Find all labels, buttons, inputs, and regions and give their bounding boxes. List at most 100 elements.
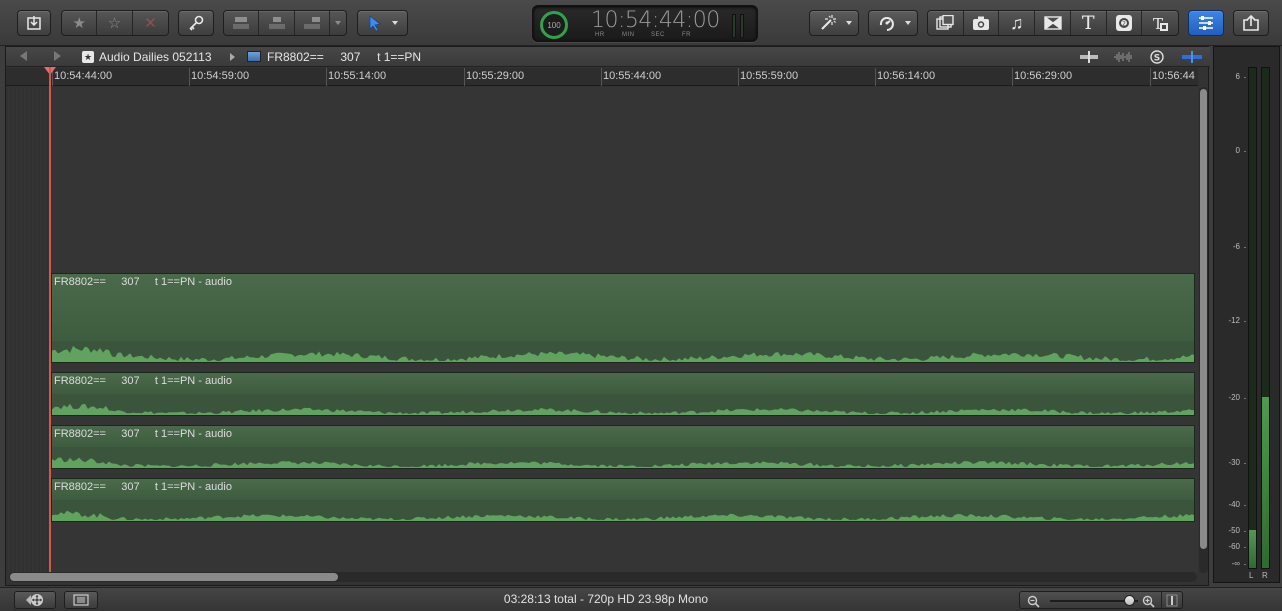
append-button[interactable] [295, 11, 331, 35]
share-button[interactable] [1233, 10, 1269, 36]
meter-scale-tick [1244, 505, 1246, 506]
zoom-in-icon[interactable] [1142, 595, 1155, 608]
tool-select-button[interactable] [357, 10, 408, 36]
keyword-button[interactable] [178, 10, 214, 36]
transitions-browser-button[interactable] [1035, 11, 1071, 35]
audio-clip[interactable]: FR8802== 307 t 1==PN - audio [51, 273, 1195, 363]
timecode-unit-hr: HR [595, 32, 605, 38]
timeline-gutter [6, 87, 50, 573]
meter-scale-tick [1244, 547, 1246, 548]
audio-waveform [52, 341, 1194, 362]
retime-button[interactable] [868, 10, 918, 36]
clip-title: FR8802== 307 t 1==PN - audio [54, 375, 232, 387]
import-media-icon [27, 16, 41, 30]
waveform-icon [1114, 52, 1132, 62]
back-arrow-icon[interactable] [20, 51, 27, 61]
timecode-unit-fr: FR [682, 32, 691, 38]
ruler-tick [1150, 68, 1151, 86]
connect-clip-icon [233, 17, 250, 29]
ruler-tick-label: 10:54:44:00 [54, 70, 113, 82]
meter-scale-tick [1244, 564, 1246, 565]
clip-title: FR8802== 307 t 1==PN - audio [54, 481, 232, 493]
music-browser-button[interactable]: ♫ [999, 11, 1036, 35]
dashboard-meter-right [740, 14, 744, 38]
snapping-button[interactable] [1180, 50, 1204, 64]
svg-text:2: 2 [1122, 21, 1126, 28]
clip-height-icon[interactable] [1166, 594, 1178, 607]
meter-scale-tick [1244, 151, 1246, 152]
horizontal-scroll-thumb[interactable] [10, 573, 338, 581]
meter-scale-label: -20 [1228, 393, 1240, 402]
playhead[interactable] [49, 67, 51, 572]
meter-scale-label: 0 [1235, 146, 1240, 155]
enhance-button[interactable] [809, 10, 859, 36]
audio-waveform [52, 447, 1194, 468]
dashboard-meter-left [732, 14, 736, 38]
connect-button[interactable] [224, 11, 260, 35]
inspector-button[interactable] [1188, 10, 1224, 36]
audio-clip[interactable]: FR8802== 307 t 1==PN - audio [51, 372, 1195, 416]
music-note-icon: ♫ [1010, 12, 1024, 33]
horizontal-scrollbar[interactable] [9, 572, 1197, 582]
meter-scale-tick [1244, 398, 1246, 399]
timeline-header: ★ Audio Dailies 052113 FR8802== 307 t 1=… [6, 47, 1210, 67]
status-bar: 03:28:13 total - 720p HD 23.98p Mono [0, 587, 1282, 611]
insert-button[interactable] [259, 11, 295, 35]
ruler-tick [326, 68, 327, 86]
background-tasks-indicator[interactable]: 100 [540, 11, 568, 39]
breadcrumb-project[interactable]: Audio Dailies 052113 [99, 50, 212, 64]
audio-clip[interactable]: FR8802== 307 t 1==PN - audio [51, 425, 1195, 469]
video-effects-icon [936, 15, 955, 30]
append-clip-icon [304, 17, 321, 29]
ruler-tick [601, 68, 602, 86]
solo-button[interactable]: S [1146, 50, 1168, 64]
snapping-icon [1182, 51, 1202, 63]
rating-group: ★ ☆ ✕ [61, 10, 169, 36]
timeline-area[interactable]: FR8802== 307 t 1==PN - audio FR8802== 307… [6, 87, 1198, 573]
chevron-down-icon [846, 21, 852, 25]
inspector-icon [1199, 16, 1213, 30]
reject-button[interactable]: ✕ [133, 11, 168, 35]
edit-mode-menu[interactable] [330, 11, 346, 35]
meter-scale-tick [1244, 247, 1246, 248]
vertical-scroll-thumb[interactable] [1200, 89, 1207, 549]
favorite-star-icon: ★ [72, 15, 86, 32]
timecode-unit-min: MIN [622, 32, 635, 38]
clip-appearance-button[interactable] [1078, 50, 1100, 64]
zoom-out-icon[interactable] [1027, 595, 1040, 608]
forward-arrow-icon[interactable] [54, 51, 61, 61]
ruler-tick [1012, 68, 1013, 86]
audio-clip[interactable]: FR8802== 307 t 1==PN - audio [51, 478, 1195, 522]
import-media-button[interactable] [17, 10, 51, 36]
zoom-slider-knob[interactable] [1124, 595, 1136, 606]
audio-skimming-button[interactable] [1112, 50, 1134, 64]
video-effects-browser-button[interactable] [928, 11, 964, 35]
themes-browser-button[interactable]: T [1142, 11, 1178, 35]
ruler-tick [875, 68, 876, 86]
favorite-button[interactable]: ★ [62, 11, 98, 35]
photos-browser-button[interactable] [964, 11, 1000, 35]
timeline-panel: ★ Audio Dailies 052113 FR8802== 307 t 1=… [5, 46, 1210, 586]
chevron-down-icon [392, 21, 398, 25]
dashboard-timecode[interactable]: 100 10:54:44:00 HR MIN SEC FR [532, 5, 758, 42]
meter-scale-tick [1244, 321, 1246, 322]
ruler-tick-label: 10:55:59:00 [740, 70, 799, 82]
ruler-tick-label: 10:55:29:00 [466, 70, 525, 82]
audio-waveform [52, 394, 1194, 415]
meter-scale-label: -30 [1228, 458, 1240, 467]
unrated-button[interactable]: ☆ [97, 11, 133, 35]
ruler-tick [464, 68, 465, 86]
timeline-ruler[interactable]: 10:54:44:00 10:54:59:00 10:55:14:00 10:55:2… [6, 68, 1198, 86]
meter-scale-label: -40 [1228, 500, 1240, 509]
retime-icon [879, 17, 894, 31]
breadcrumb-separator-icon [230, 53, 235, 61]
generators-browser-button[interactable]: 2 [1107, 11, 1143, 35]
unrated-star-icon: ☆ [107, 15, 122, 32]
breadcrumb-clip[interactable]: FR8802== 307 t 1==PN [267, 50, 421, 64]
themes-icon: T [1153, 15, 1169, 32]
edit-group [223, 10, 347, 36]
meter-scale-tick [1244, 531, 1246, 532]
titles-browser-button[interactable]: T [1071, 11, 1107, 35]
meter-left-track [1248, 67, 1257, 569]
vertical-scrollbar[interactable] [1199, 87, 1208, 573]
